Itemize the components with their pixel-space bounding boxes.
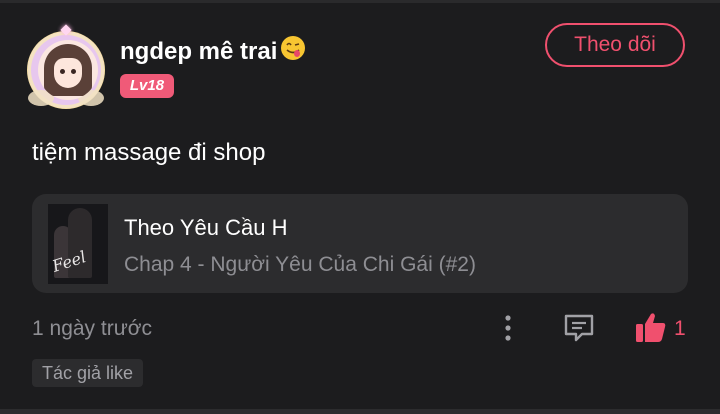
more-vertical-icon[interactable] <box>496 312 520 344</box>
level-badge: Lv18 <box>120 74 174 98</box>
story-cover-image: Feel <box>48 204 108 284</box>
author-liked-tag: Tác giả like <box>32 359 144 387</box>
follow-button[interactable]: Theo dõi <box>545 23 685 67</box>
story-chapter: Chap 4 - Người Yêu Của Chi Gái (#2) <box>124 253 476 276</box>
username[interactable]: ngdep mê trai <box>120 34 307 66</box>
smiling-face-with-tongue-emoji-icon <box>281 36 306 60</box>
avatar-image <box>38 40 98 100</box>
thumbs-up-icon <box>636 313 666 342</box>
story-title: Theo Yêu Cầu H <box>124 215 288 240</box>
like-count: 1 <box>674 317 686 340</box>
like-button[interactable]: 1 <box>634 310 694 346</box>
post-text: tiệm massage đi shop <box>32 139 266 166</box>
post-timestamp: 1 ngày trước <box>32 317 153 340</box>
bottom-divider <box>0 409 720 414</box>
avatar[interactable] <box>24 24 108 110</box>
comment-icon[interactable] <box>562 312 596 344</box>
username-text: ngdep mê trai <box>120 38 278 65</box>
top-divider <box>0 0 720 3</box>
story-card[interactable]: Feel Theo Yêu Cầu H Chap 4 - Người Yêu C… <box>32 194 688 293</box>
